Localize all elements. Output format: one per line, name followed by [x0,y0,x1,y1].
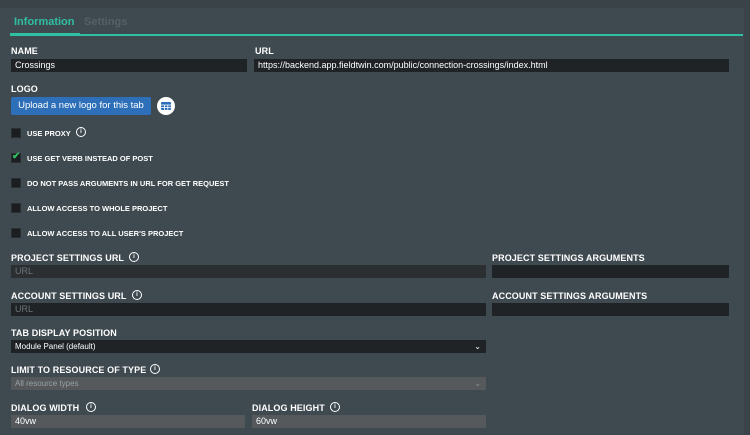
limit-resource-type-label: LIMIT TO RESOURCE OF TYPE [11,365,147,375]
chevron-down-icon: ⌄ [474,342,481,351]
use-proxy-checkbox[interactable] [11,128,21,138]
tab-information[interactable]: Information [14,16,75,28]
info-icon[interactable]: i [330,402,340,412]
info-icon[interactable]: i [129,252,139,262]
dialog-height-field[interactable]: 60vw [252,415,486,428]
account-settings-arguments-label: ACCOUNT SETTINGS ARGUMENTS [492,291,648,301]
active-tab-indicator [10,33,80,36]
use-get-verb-checkbox[interactable]: ✔ [11,151,21,163]
name-label: NAME [11,46,38,56]
limit-resource-type-value: All resource types [15,379,79,388]
url-field[interactable]: https://backend.app.fieldtwin.com/public… [254,59,729,72]
info-icon[interactable]: i [150,364,160,374]
allow-all-users-project-label: ALLOW ACCESS TO ALL USER'S PROJECT [27,229,184,238]
dialog-width-label: DIALOG WIDTH [11,403,80,413]
top-bar [0,0,750,8]
chevron-down-icon: ⌄ [474,379,481,388]
project-settings-url-label: PROJECT SETTINGS URL [11,253,125,263]
info-icon[interactable]: i [86,402,96,412]
project-settings-arguments-field[interactable] [492,265,729,278]
use-get-verb-label: USE GET VERB INSTEAD OF POST [27,154,153,163]
account-settings-url-label: ACCOUNT SETTINGS URL [11,291,127,301]
upload-logo-button[interactable]: Upload a new logo for this tab [11,97,151,115]
tab-display-position-value: Module Panel (default) [15,342,96,351]
no-args-in-url-checkbox[interactable] [11,178,21,188]
use-proxy-label: USE PROXY [27,129,71,138]
account-settings-arguments-field[interactable] [492,303,729,316]
info-icon[interactable]: i [132,290,142,300]
logo-label: LOGO [11,84,38,94]
allow-whole-project-checkbox[interactable] [11,203,21,213]
dialog-width-field[interactable]: 40vw [11,415,245,428]
project-settings-arguments-label: PROJECT SETTINGS ARGUMENTS [492,253,645,263]
allow-all-users-project-checkbox[interactable] [11,228,21,238]
tab-settings[interactable]: Settings [84,16,127,28]
url-label: URL [255,46,274,56]
tab-display-position-select[interactable]: Module Panel (default) ⌄ [11,340,486,353]
info-icon[interactable]: i [76,127,86,137]
account-settings-url-field[interactable]: URL [11,303,486,316]
tab-display-position-label: TAB DISPLAY POSITION [11,328,117,338]
limit-resource-type-select[interactable]: All resource types ⌄ [11,377,486,390]
name-field[interactable]: Crossings [11,59,247,72]
no-args-in-url-label: DO NOT PASS ARGUMENTS IN URL FOR GET REQ… [27,179,229,188]
dialog-height-label: DIALOG HEIGHT [252,403,325,413]
table-icon[interactable] [157,97,175,115]
tab-divider [10,34,743,36]
project-settings-url-field[interactable]: URL [11,265,486,278]
right-edge [744,0,750,435]
allow-whole-project-label: ALLOW ACCESS TO WHOLE PROJECT [27,204,168,213]
checkmark-icon: ✔ [12,151,21,162]
